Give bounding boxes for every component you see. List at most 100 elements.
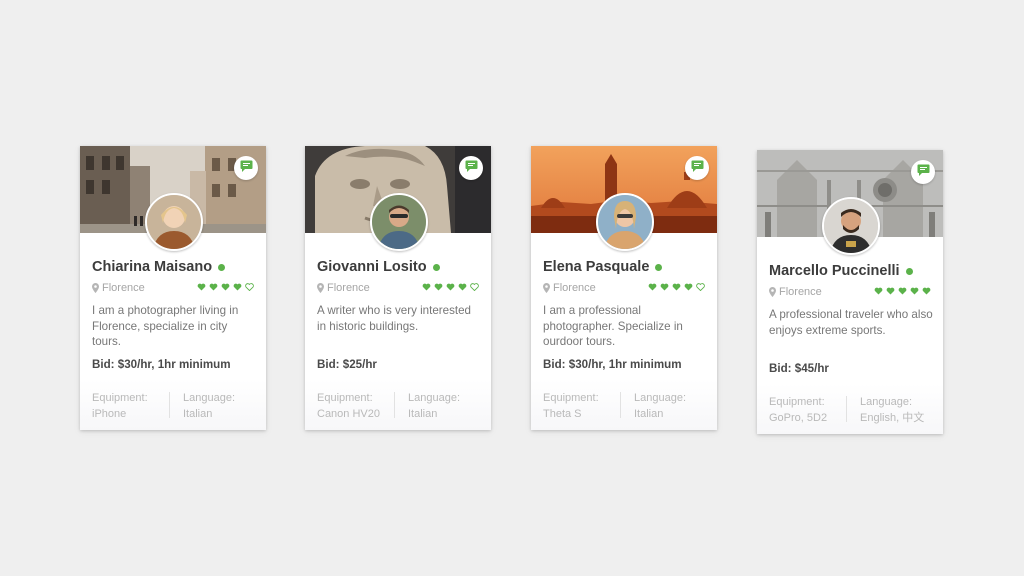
- equipment-label: Equipment:: [317, 392, 373, 404]
- heart-outline-icon: [696, 283, 705, 291]
- language-info: Language: Italian: [634, 390, 686, 422]
- online-status-dot: [432, 263, 440, 271]
- heart-filled-icon: [910, 287, 919, 295]
- guide-card[interactable]: Elena Pasquale Florence I am a professio…: [531, 146, 717, 430]
- language-value: Italian: [634, 408, 664, 420]
- name-row: Chiarina Maisano: [92, 259, 226, 275]
- language-info: Language: Italian: [408, 390, 460, 422]
- heart-outline-icon: [470, 283, 479, 291]
- heart-filled-icon: [898, 287, 907, 295]
- equipment-label: Equipment:: [92, 392, 148, 404]
- location-pin-icon: [92, 283, 99, 293]
- footer-divider: [846, 396, 847, 422]
- footer-divider: [620, 392, 621, 418]
- guide-description: A professional traveler who also enjoys …: [769, 308, 933, 337]
- location-text: Florence: [553, 282, 596, 294]
- language-label: Language:: [183, 392, 235, 404]
- chat-bubble-icon: [917, 163, 930, 181]
- guide-card[interactable]: Giovanni Losito Florence A writer who is…: [305, 146, 491, 430]
- name-row: Elena Pasquale: [543, 259, 663, 275]
- guide-name[interactable]: Elena Pasquale: [543, 259, 649, 275]
- card-footer: Equipment: Theta S Language: Italian: [531, 380, 717, 430]
- equipment-value: iPhone: [92, 408, 127, 420]
- language-value: Italian: [408, 408, 438, 420]
- location: Florence: [92, 282, 145, 294]
- heart-filled-icon: [672, 283, 681, 291]
- location-text: Florence: [779, 286, 822, 298]
- location-text: Florence: [327, 282, 370, 294]
- language-label: Language:: [408, 392, 460, 404]
- card-footer: Equipment: iPhone Language: Italian: [80, 380, 266, 430]
- bid-price: Bid: $30/hr, 1hr minimum: [92, 358, 231, 371]
- equipment-label: Equipment:: [769, 396, 825, 408]
- location: Florence: [769, 286, 822, 298]
- heart-filled-icon: [422, 283, 431, 291]
- bid-price: Bid: $30/hr, 1hr minimum: [543, 358, 682, 371]
- guide-description: I am a professional photographer. Specia…: [543, 304, 683, 348]
- rating-hearts: [648, 283, 705, 291]
- chat-bubble-icon: [465, 159, 478, 177]
- name-row: Giovanni Losito: [317, 259, 440, 275]
- rating-hearts: [422, 283, 479, 291]
- chat-bubble-icon: [691, 159, 704, 177]
- heart-filled-icon: [458, 283, 467, 291]
- chat-button[interactable]: [234, 156, 258, 180]
- chat-button[interactable]: [911, 160, 935, 184]
- guide-description: A writer who is very interested in histo…: [317, 304, 471, 333]
- heart-outline-icon: [245, 283, 254, 291]
- chat-button[interactable]: [685, 156, 709, 180]
- guide-cards-stage: Chiarina Maisano Florence I am a photogr…: [0, 0, 1024, 576]
- avatar[interactable]: [822, 197, 880, 255]
- equipment-info: Equipment: GoPro, 5D2: [769, 394, 827, 426]
- language-info: Language: English, 中文: [860, 394, 924, 426]
- heart-filled-icon: [684, 283, 693, 291]
- chat-button[interactable]: [459, 156, 483, 180]
- footer-divider: [169, 392, 170, 418]
- language-label: Language:: [860, 396, 912, 408]
- location-text: Florence: [102, 282, 145, 294]
- guide-description: I am a photographer living in Florence, …: [92, 304, 239, 348]
- equipment-value: GoPro, 5D2: [769, 412, 828, 424]
- chat-bubble-icon: [240, 159, 253, 177]
- location: Florence: [317, 282, 370, 294]
- rating-hearts: [197, 283, 254, 291]
- rating-hearts: [874, 287, 931, 295]
- bid-price: Bid: $25/hr: [317, 358, 377, 371]
- location: Florence: [543, 282, 596, 294]
- equipment-value: Theta S: [543, 408, 582, 420]
- heart-filled-icon: [886, 287, 895, 295]
- bid-price: Bid: $45/hr: [769, 362, 829, 375]
- avatar[interactable]: [370, 193, 428, 251]
- language-value: English, 中文: [860, 412, 925, 424]
- heart-filled-icon: [209, 283, 218, 291]
- location-pin-icon: [543, 283, 550, 293]
- online-status-dot: [655, 263, 663, 271]
- guide-name[interactable]: Marcello Puccinelli: [769, 263, 900, 279]
- equipment-label: Equipment:: [543, 392, 599, 404]
- footer-divider: [394, 392, 395, 418]
- location-pin-icon: [317, 283, 324, 293]
- guide-name[interactable]: Chiarina Maisano: [92, 259, 212, 275]
- online-status-dot: [218, 263, 226, 271]
- heart-filled-icon: [197, 283, 206, 291]
- online-status-dot: [905, 267, 913, 275]
- equipment-info: Equipment: Theta S: [543, 390, 599, 422]
- language-label: Language:: [634, 392, 686, 404]
- avatar[interactable]: [596, 193, 654, 251]
- heart-filled-icon: [434, 283, 443, 291]
- language-value: Italian: [183, 408, 213, 420]
- name-row: Marcello Puccinelli: [769, 263, 913, 279]
- equipment-value: Canon HV20: [317, 408, 380, 420]
- equipment-info: Equipment: Canon HV20: [317, 390, 380, 422]
- heart-filled-icon: [233, 283, 242, 291]
- guide-card[interactable]: Marcello Puccinelli Florence A professio…: [757, 150, 943, 434]
- equipment-info: Equipment: iPhone: [92, 390, 148, 422]
- card-footer: Equipment: Canon HV20 Language: Italian: [305, 380, 491, 430]
- heart-filled-icon: [660, 283, 669, 291]
- guide-card[interactable]: Chiarina Maisano Florence I am a photogr…: [80, 146, 266, 430]
- guide-name[interactable]: Giovanni Losito: [317, 259, 427, 275]
- heart-filled-icon: [922, 287, 931, 295]
- heart-filled-icon: [874, 287, 883, 295]
- card-footer: Equipment: GoPro, 5D2 Language: English,…: [757, 384, 943, 434]
- avatar[interactable]: [145, 193, 203, 251]
